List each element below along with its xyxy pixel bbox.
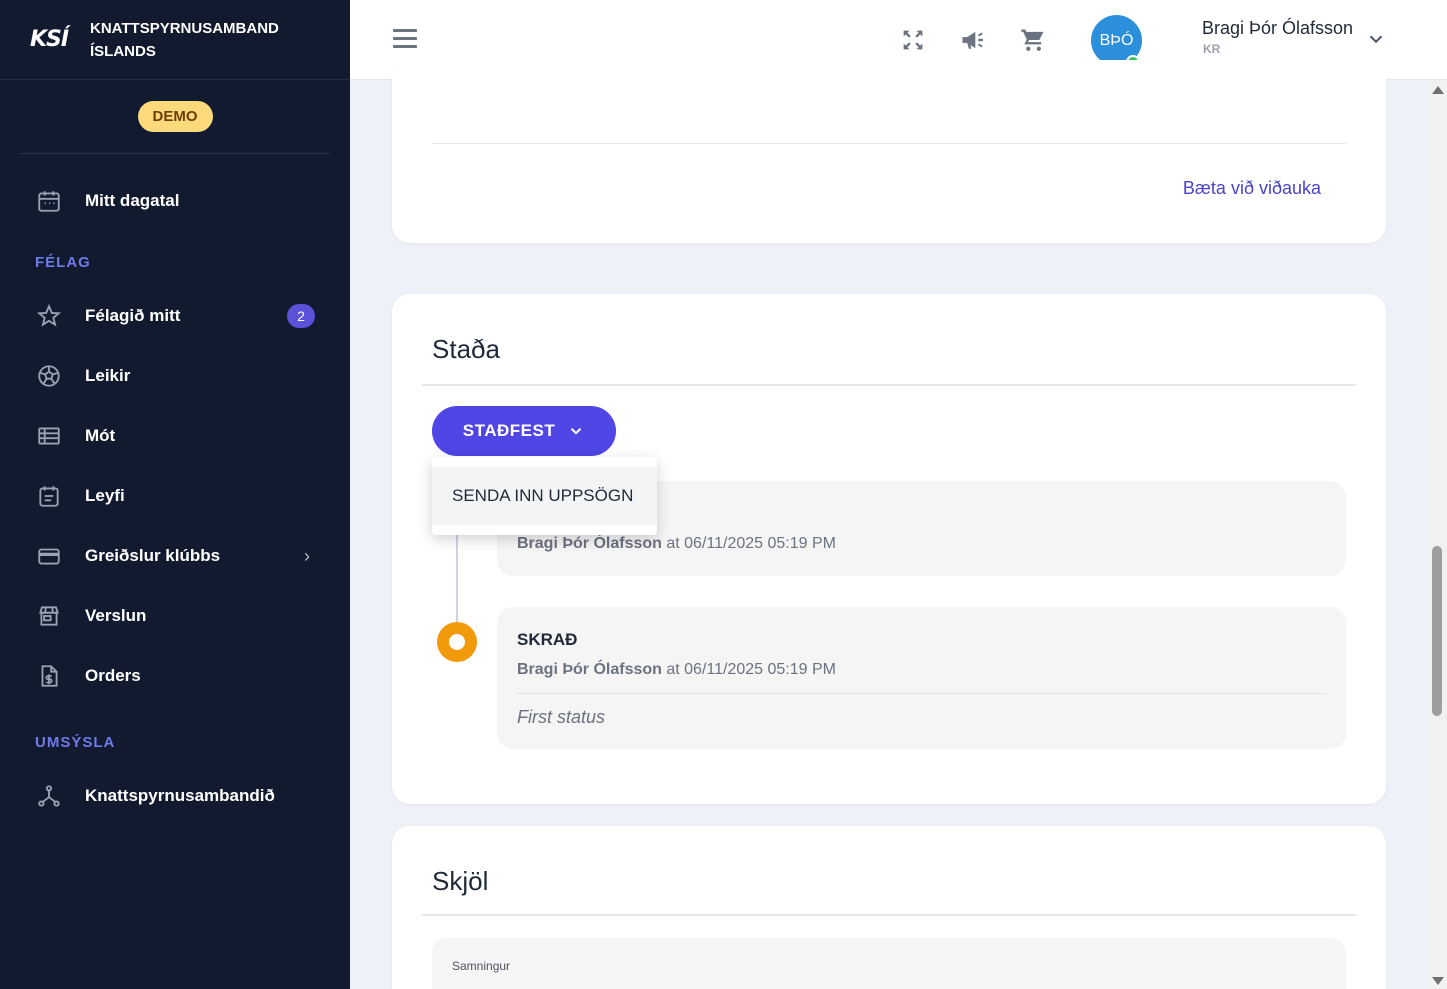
user-name[interactable]: Bragi Þór Ólafsson <box>1202 18 1353 39</box>
megaphone-icon[interactable] <box>958 25 988 55</box>
sidebar-item-label: Leikir <box>85 366 131 385</box>
timeline-line <box>456 529 458 629</box>
status-dropdown-menu: SENDA INN UPPSÖGN <box>432 457 657 535</box>
soccer-ball-icon <box>35 362 63 390</box>
sidebar-item-federation[interactable]: Knattspyrnusambandið <box>0 774 350 818</box>
sidebar-item-tournaments[interactable]: Mót <box>0 414 350 458</box>
table-list-icon <box>35 422 63 450</box>
status-dropdown-button[interactable]: STAÐFEST <box>432 406 616 456</box>
brand-name: KNATTSPYRNUSAMBAND ÍSLANDS <box>90 19 279 60</box>
shopping-cart-icon[interactable] <box>1018 25 1048 55</box>
scroll-up-arrow-icon[interactable] <box>1432 86 1444 94</box>
demo-badge-wrap: DEMO <box>20 80 330 154</box>
sidebar-item-label: Knattspyrnusambandið <box>85 786 275 805</box>
status-entry-meta: Bragi Þór Ólafsson at 06/11/2025 05:19 P… <box>517 535 836 552</box>
invoice-dollar-icon <box>35 662 63 690</box>
sidebar-item-label: Mót <box>85 426 116 445</box>
brand[interactable]: KSÍ KNATTSPYRNUSAMBAND ÍSLANDS <box>0 0 350 80</box>
dropdown-option-submit-termination[interactable]: SENDA INN UPPSÖGN <box>432 467 657 525</box>
ksi-logo: KSÍ <box>30 27 69 52</box>
sidebar-item-club-payments[interactable]: Greiðslur klúbbs › <box>0 534 350 578</box>
storefront-icon <box>35 602 63 630</box>
credit-card-icon <box>35 542 63 570</box>
status-entry-title: SKRAÐ <box>517 630 578 649</box>
sidebar-item-label: Leyfi <box>85 486 125 505</box>
section-label-umsysla: UMSÝSLA <box>35 734 116 751</box>
document-calendar-icon <box>35 482 63 510</box>
scroll-down-arrow-icon[interactable] <box>1432 977 1444 985</box>
fullscreen-icon[interactable] <box>898 25 928 55</box>
document-item[interactable]: Samningur <box>432 938 1346 989</box>
card-divider <box>422 914 1356 916</box>
timeline-dot <box>437 622 477 662</box>
chevron-down-icon[interactable] <box>1365 28 1389 52</box>
notification-badge: 2 <box>287 304 315 328</box>
chevron-down-icon <box>571 428 582 435</box>
document-label: Samningur <box>452 959 511 973</box>
user-club: KR <box>1203 42 1221 56</box>
scrollbar-thumb[interactable] <box>1432 546 1442 716</box>
sidebar-item-my-club[interactable]: Félagið mitt 2 <box>0 294 350 338</box>
sidebar-item-games[interactable]: Leikir <box>0 354 350 398</box>
user-avatar[interactable]: BÞÓ <box>1091 15 1142 69</box>
attachments-card: Bæta við viðauka <box>392 60 1386 243</box>
sidebar-item-calendar[interactable]: Mitt dagatal <box>0 179 350 223</box>
calendar-icon <box>35 187 63 215</box>
status-entry-note: First status <box>517 707 606 727</box>
demo-badge: DEMO <box>137 101 213 132</box>
status-entry-meta: Bragi Þór Ólafsson at 06/11/2025 05:19 P… <box>517 661 836 678</box>
hamburger-menu-icon[interactable] <box>393 29 417 49</box>
documents-title: Skjöl <box>432 866 489 896</box>
add-attachment-link[interactable]: Bæta við viðauka <box>1183 178 1321 199</box>
chevron-right-icon: › <box>304 545 310 566</box>
card-divider <box>422 384 1356 386</box>
sidebar-item-label: Mitt dagatal <box>85 191 180 210</box>
hierarchy-icon <box>35 782 63 810</box>
sidebar-item-orders[interactable]: Orders <box>0 654 350 698</box>
sidebar-item-label: Greiðslur klúbbs <box>85 546 221 565</box>
entry-divider <box>517 693 1326 694</box>
status-title: Staða <box>432 334 500 364</box>
sidebar-item-store[interactable]: Verslun <box>0 594 350 638</box>
status-entry: SKRAÐ Bragi Þór Ólafsson at 06/11/2025 0… <box>497 607 1346 749</box>
sidebar: KSÍ KNATTSPYRNUSAMBAND ÍSLANDS DEMO Mitt… <box>0 0 350 989</box>
sidebar-item-label: Félagið mitt <box>85 306 181 325</box>
section-label-felag: FÉLAG <box>35 254 91 271</box>
sidebar-item-label: Orders <box>85 666 141 685</box>
sidebar-item-licenses[interactable]: Leyfi <box>0 474 350 518</box>
card-divider <box>432 143 1346 144</box>
sidebar-item-label: Verslun <box>85 606 147 625</box>
star-icon <box>35 302 63 330</box>
status-card: Staða STAÐFEST Bragi Þór Ólafsson at 06/… <box>392 294 1386 804</box>
documents-card: Skjöl Samningur <box>392 826 1386 989</box>
page-scrollbar[interactable] <box>1428 80 1447 989</box>
